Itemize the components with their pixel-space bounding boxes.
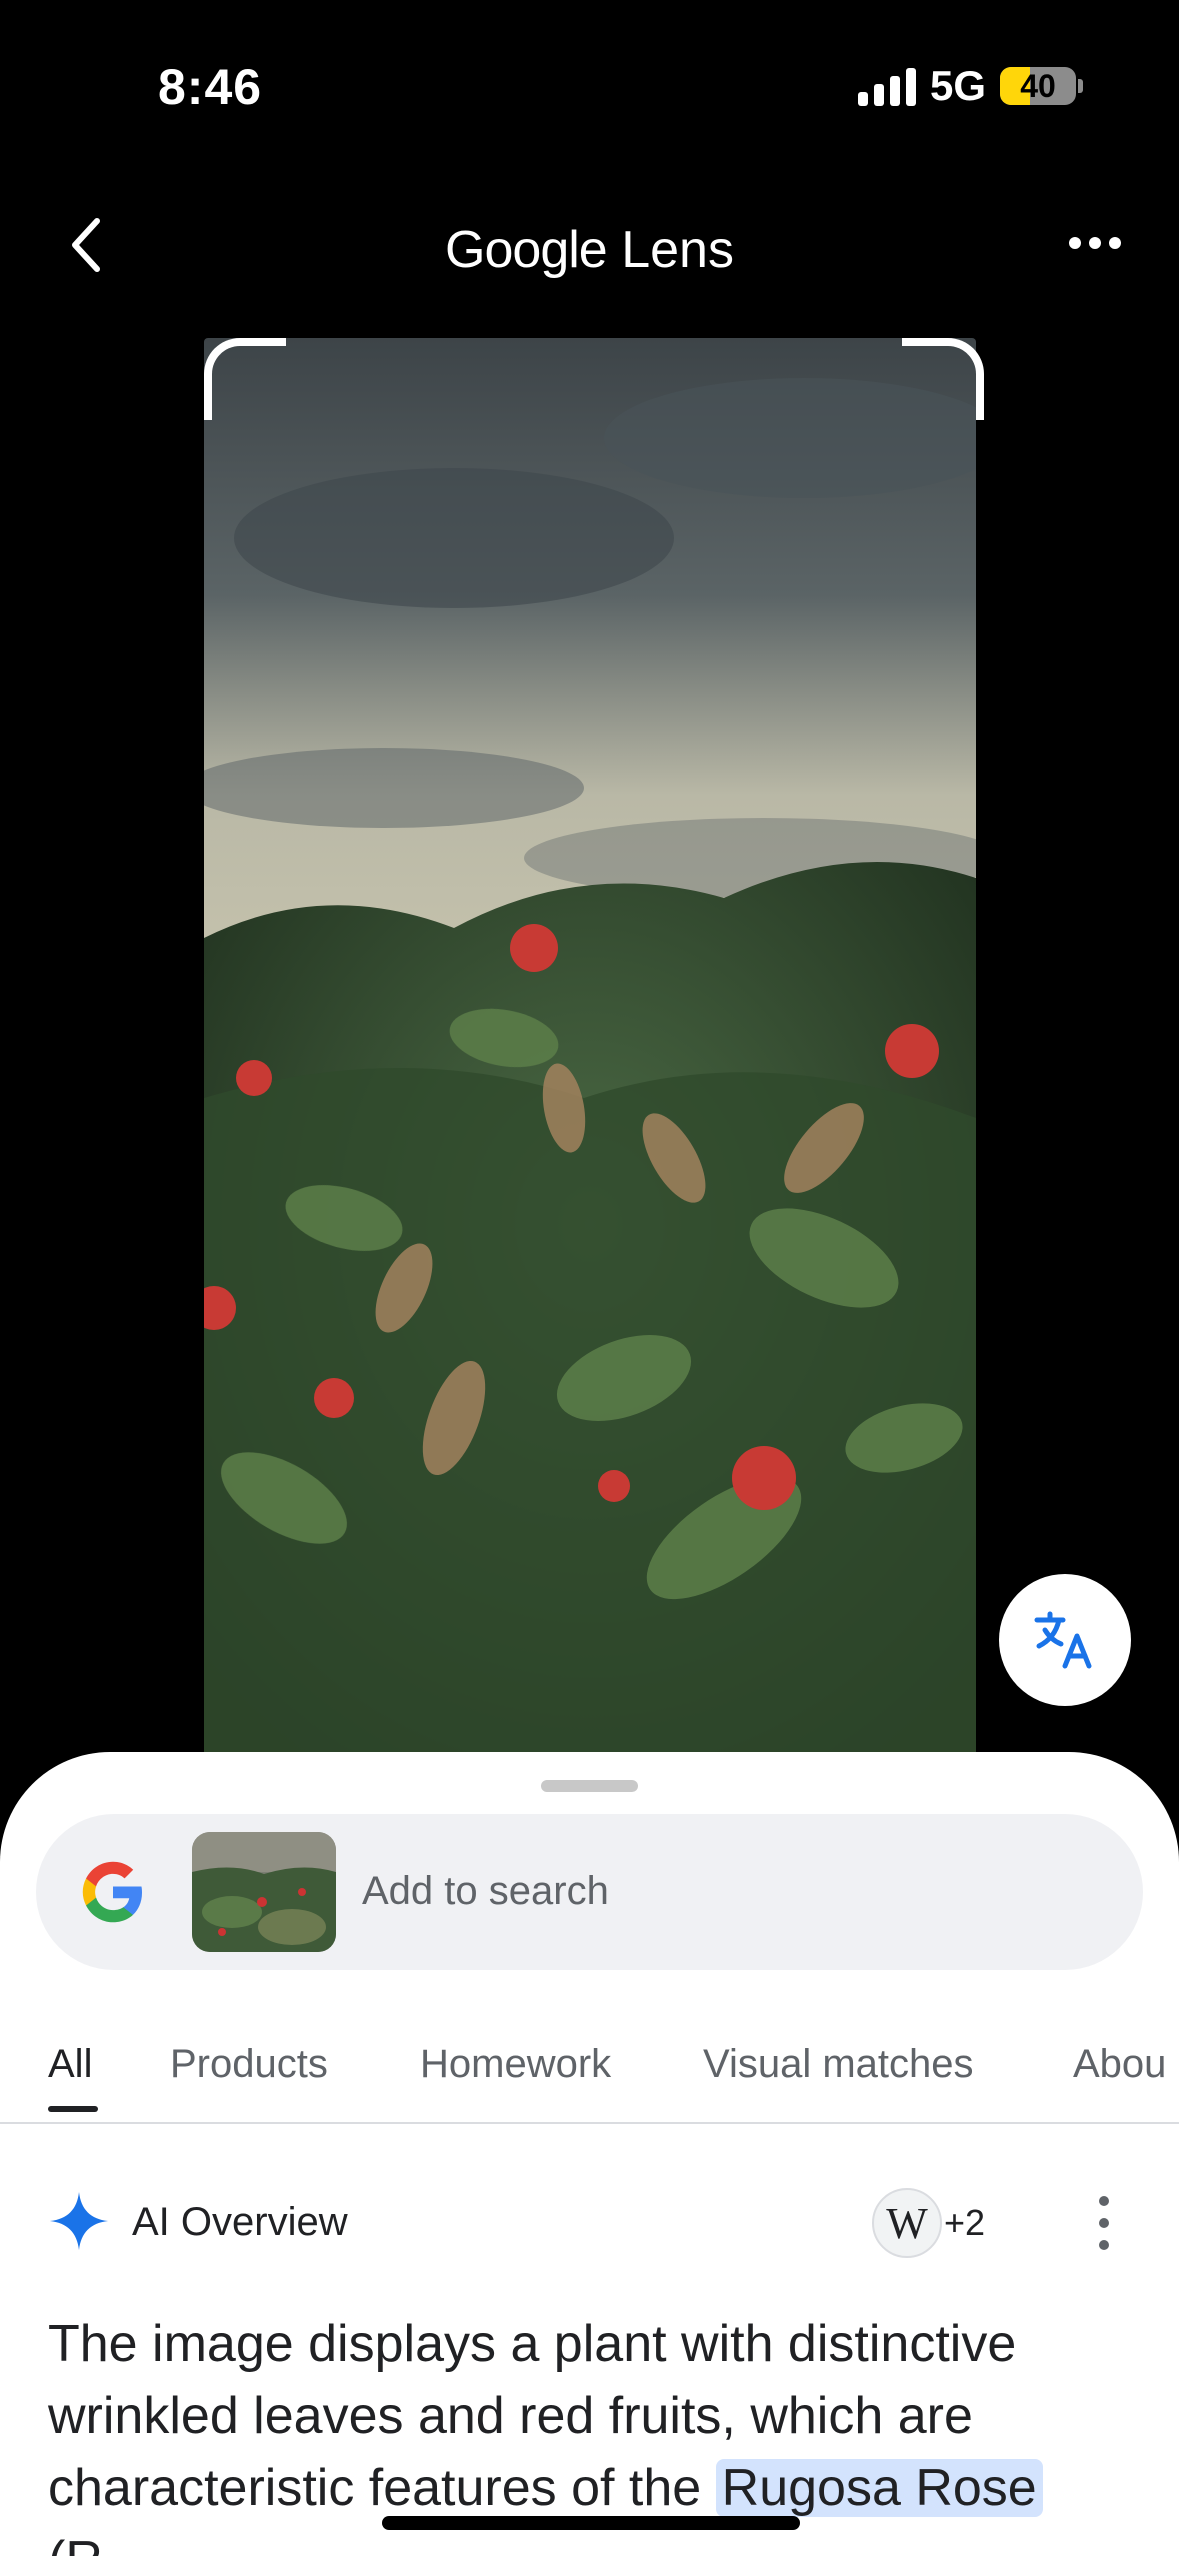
page-title: Google Lens [0, 220, 1179, 280]
ai-overview-header: AI Overview W +2 [0, 2182, 1179, 2262]
google-g-icon [82, 1861, 143, 1923]
battery-icon: 40 [1000, 67, 1083, 105]
crop-corner-top-left[interactable] [204, 338, 286, 420]
sparkle-icon [49, 2191, 109, 2251]
ai-overview-title: AI Overview [132, 2200, 348, 2244]
tab-visual-matches[interactable]: Visual matches [703, 2042, 974, 2087]
tab-products[interactable]: Products [170, 2042, 328, 2087]
ai-text-tail: (R [48, 2531, 103, 2556]
tab-all[interactable]: All [48, 2042, 92, 2087]
active-tab-indicator [48, 2106, 98, 2112]
wikipedia-icon[interactable]: W [872, 2188, 942, 2258]
status-time: 8:46 [158, 59, 263, 115]
more-horizontal-icon [1069, 237, 1081, 249]
tab-homework[interactable]: Homework [420, 2042, 611, 2087]
sheet-drag-handle[interactable] [541, 1780, 638, 1792]
signal-icon [857, 66, 916, 106]
more-options-button[interactable] [1060, 212, 1130, 274]
source-badge-text: W [886, 2198, 928, 2248]
more-vertical-icon[interactable] [1092, 2196, 1116, 2250]
entity-highlight[interactable]: Rugosa Rose [715, 2459, 1043, 2517]
add-to-search-bar[interactable]: Add to search [36, 1814, 1143, 1970]
title-lens: Lens [621, 221, 734, 279]
lens-image[interactable] [204, 338, 976, 1768]
home-indicator[interactable] [382, 2516, 800, 2530]
results-sheet[interactable]: Add to search All Products Homework Visu… [0, 1752, 1179, 2556]
network-type: 5G [929, 62, 986, 109]
tab-about[interactable]: Abou [1073, 2042, 1166, 2087]
source-count[interactable]: +2 [944, 2202, 985, 2244]
translate-button[interactable] [999, 1574, 1131, 1706]
result-tabs: All Products Homework Visual matches Abo… [0, 2024, 1179, 2124]
title-google: Google [445, 221, 608, 279]
search-image-thumbnail[interactable] [192, 1832, 336, 1952]
battery-level: 40 [1020, 68, 1056, 104]
crop-corner-top-right[interactable] [902, 338, 984, 420]
search-input[interactable]: Add to search [362, 1869, 609, 1914]
status-indicators: 5G 40 [857, 62, 1083, 110]
translate-icon [1034, 1611, 1092, 1669]
